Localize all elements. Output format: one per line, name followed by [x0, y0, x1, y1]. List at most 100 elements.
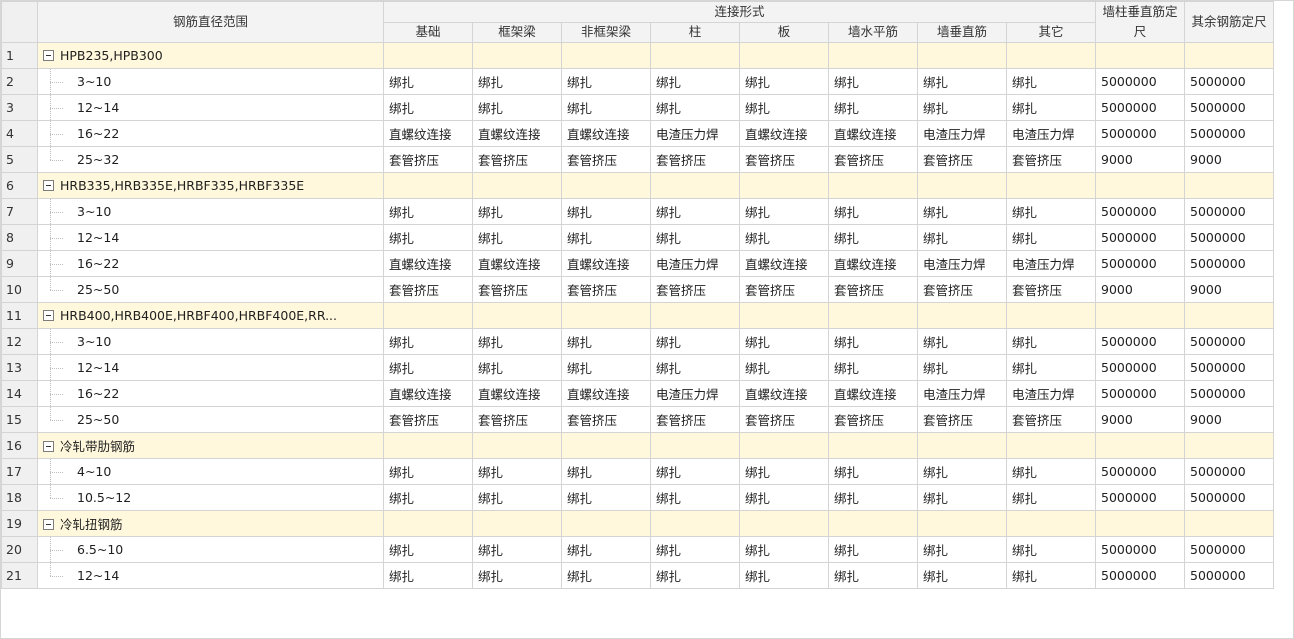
table-cell[interactable]: 绑扎: [739, 68, 829, 95]
table-cell[interactable]: 绑扎: [917, 68, 1007, 95]
collapse-icon[interactable]: [43, 441, 54, 452]
table-cell[interactable]: 套管挤压: [383, 276, 473, 303]
collapse-icon[interactable]: [43, 310, 54, 321]
table-row[interactable]: 4 16~22 直螺纹连接 直螺纹连接 直螺纹连接 电渣压力焊 直螺纹连接 直螺纹连接 电渣压力…: [1, 120, 1274, 147]
table-cell[interactable]: [1095, 172, 1185, 199]
table-cell[interactable]: 绑扎: [917, 198, 1007, 225]
table-cell[interactable]: 绑扎: [739, 484, 829, 511]
table-cell[interactable]: 5000000: [1095, 250, 1185, 277]
table-cell[interactable]: 绑扎: [472, 224, 562, 251]
table-cell[interactable]: [1184, 42, 1274, 69]
table-cell[interactable]: 5000000: [1184, 536, 1274, 563]
table-cell[interactable]: 9000: [1184, 146, 1274, 173]
table-cell[interactable]: 9000: [1184, 406, 1274, 433]
table-cell[interactable]: 绑扎: [383, 458, 473, 485]
range-cell[interactable]: 12~14: [37, 354, 384, 381]
table-cell[interactable]: 绑扎: [383, 68, 473, 95]
table-cell[interactable]: 套管挤压: [561, 276, 651, 303]
table-cell[interactable]: 绑扎: [650, 562, 740, 589]
range-cell[interactable]: 3~10: [37, 328, 384, 355]
table-cell[interactable]: 5000000: [1184, 484, 1274, 511]
row-number[interactable]: 17: [1, 458, 38, 485]
table-cell[interactable]: 绑扎: [472, 328, 562, 355]
table-cell[interactable]: [650, 510, 740, 537]
range-cell[interactable]: 16~22: [37, 120, 384, 147]
table-row[interactable]: 9 16~22 直螺纹连接 直螺纹连接 直螺纹连接 电渣压力焊 直螺纹连接 直螺纹连接 电渣压力…: [1, 250, 1274, 277]
row-number[interactable]: 9: [1, 250, 38, 277]
table-cell[interactable]: 套管挤压: [472, 276, 562, 303]
table-cell[interactable]: [472, 42, 562, 69]
table-cell[interactable]: [650, 432, 740, 459]
table-cell[interactable]: 套管挤压: [1006, 146, 1096, 173]
table-cell[interactable]: 绑扎: [828, 458, 918, 485]
table-cell[interactable]: 套管挤压: [650, 146, 740, 173]
table-cell[interactable]: 绑扎: [917, 484, 1007, 511]
row-number[interactable]: 21: [1, 562, 38, 589]
table-cell[interactable]: 套管挤压: [1006, 406, 1096, 433]
table-row[interactable]: 21 12~14 绑扎 绑扎 绑扎 绑扎 绑扎 绑扎 绑扎 绑扎 5000000 5000000: [1, 562, 1274, 589]
row-number[interactable]: 11: [1, 302, 38, 329]
table-cell[interactable]: [1006, 172, 1096, 199]
table-row[interactable]: 18 10.5~12 绑扎 绑扎 绑扎 绑扎 绑扎 绑扎 绑扎 绑扎 5000000 5000000: [1, 484, 1274, 511]
table-cell[interactable]: 套管挤压: [917, 276, 1007, 303]
table-cell[interactable]: [1095, 432, 1185, 459]
table-cell[interactable]: 5000000: [1184, 68, 1274, 95]
table-cell[interactable]: 绑扎: [472, 458, 562, 485]
table-cell[interactable]: [472, 510, 562, 537]
table-cell[interactable]: 绑扎: [383, 94, 473, 121]
table-cell[interactable]: [739, 510, 829, 537]
table-cell[interactable]: 绑扎: [1006, 328, 1096, 355]
range-cell[interactable]: 10.5~12: [37, 484, 384, 511]
table-cell[interactable]: 绑扎: [650, 224, 740, 251]
table-cell[interactable]: 套管挤压: [650, 406, 740, 433]
table-cell[interactable]: [472, 302, 562, 329]
table-row[interactable]: 14 16~22 直螺纹连接 直螺纹连接 直螺纹连接 电渣压力焊 直螺纹连接 直螺纹连接 电渣压…: [1, 380, 1274, 407]
table-cell[interactable]: 绑扎: [561, 328, 651, 355]
range-cell[interactable]: 12~14: [37, 562, 384, 589]
table-cell[interactable]: 绑扎: [739, 354, 829, 381]
group-label-cell[interactable]: 冷轧带肋钢筋: [37, 432, 384, 459]
table-row[interactable]: 13 12~14 绑扎 绑扎 绑扎 绑扎 绑扎 绑扎 绑扎 绑扎 5000000 5000000: [1, 354, 1274, 381]
table-cell[interactable]: [739, 302, 829, 329]
row-number[interactable]: 2: [1, 68, 38, 95]
table-cell[interactable]: 绑扎: [739, 328, 829, 355]
group-row[interactable]: 1 HPB235,HPB300: [1, 42, 1274, 69]
table-cell[interactable]: 直螺纹连接: [739, 380, 829, 407]
table-cell[interactable]: 5000000: [1095, 68, 1185, 95]
table-cell[interactable]: 绑扎: [739, 224, 829, 251]
table-cell[interactable]: [1184, 432, 1274, 459]
table-cell[interactable]: 绑扎: [561, 224, 651, 251]
table-cell[interactable]: [561, 302, 651, 329]
table-cell[interactable]: 电渣压力焊: [917, 120, 1007, 147]
table-cell[interactable]: 直螺纹连接: [561, 250, 651, 277]
group-row[interactable]: 11 HRB400,HRB400E,HRBF400,HRBF400E,RR...: [1, 302, 1274, 329]
row-number[interactable]: 10: [1, 276, 38, 303]
table-cell[interactable]: 绑扎: [472, 484, 562, 511]
table-cell[interactable]: 绑扎: [828, 354, 918, 381]
table-cell[interactable]: 电渣压力焊: [650, 250, 740, 277]
row-number[interactable]: 1: [1, 42, 38, 69]
row-number[interactable]: 4: [1, 120, 38, 147]
table-cell[interactable]: 套管挤压: [650, 276, 740, 303]
table-row[interactable]: 8 12~14 绑扎 绑扎 绑扎 绑扎 绑扎 绑扎 绑扎 绑扎 5000000 5000000: [1, 224, 1274, 251]
range-cell[interactable]: 25~32: [37, 146, 384, 173]
table-cell[interactable]: 绑扎: [561, 458, 651, 485]
table-cell[interactable]: [1184, 302, 1274, 329]
table-cell[interactable]: 绑扎: [917, 94, 1007, 121]
row-number[interactable]: 13: [1, 354, 38, 381]
table-cell[interactable]: 9000: [1095, 276, 1185, 303]
table-cell[interactable]: 绑扎: [917, 354, 1007, 381]
table-cell[interactable]: 套管挤压: [472, 406, 562, 433]
table-cell[interactable]: [383, 302, 473, 329]
group-label-cell[interactable]: HRB400,HRB400E,HRBF400,HRBF400E,RR...: [37, 302, 384, 329]
table-cell[interactable]: 绑扎: [739, 198, 829, 225]
table-cell[interactable]: 绑扎: [1006, 354, 1096, 381]
table-cell[interactable]: [1006, 42, 1096, 69]
table-cell[interactable]: [561, 510, 651, 537]
table-cell[interactable]: [917, 432, 1007, 459]
table-cell[interactable]: 套管挤压: [739, 146, 829, 173]
table-cell[interactable]: [739, 432, 829, 459]
table-cell[interactable]: [472, 172, 562, 199]
table-cell[interactable]: 直螺纹连接: [828, 120, 918, 147]
range-cell[interactable]: 16~22: [37, 250, 384, 277]
